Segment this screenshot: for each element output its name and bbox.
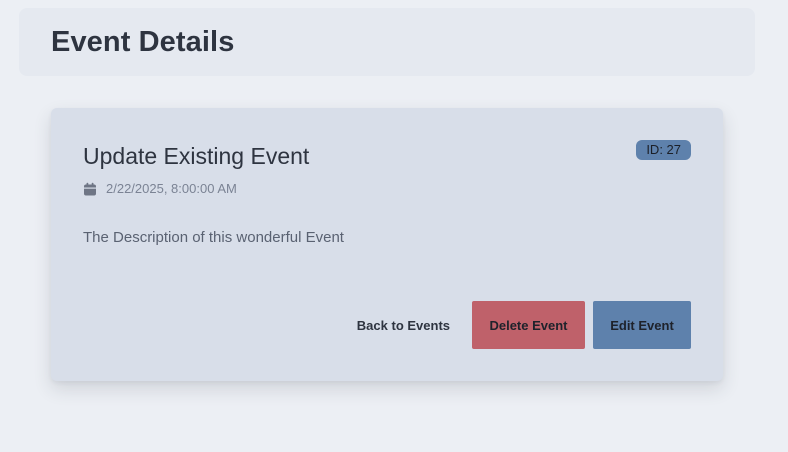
- page-header: Event Details: [19, 8, 755, 76]
- calendar-icon: [83, 182, 97, 196]
- event-card: Update Existing Event ID: 27 2/22/2025, …: [51, 108, 723, 381]
- event-date-text: 2/22/2025, 8:00:00 AM: [106, 181, 237, 196]
- event-date: 2/22/2025, 8:00:00 AM: [83, 181, 237, 196]
- event-id-badge: ID: 27: [636, 140, 691, 160]
- event-description: The Description of this wonderful Event: [83, 229, 344, 246]
- page-title: Event Details: [51, 25, 235, 58]
- event-title: Update Existing Event: [83, 143, 310, 169]
- event-actions: Back to Events Delete Event Edit Event: [343, 301, 691, 349]
- delete-event-button[interactable]: Delete Event: [472, 301, 585, 349]
- edit-event-button[interactable]: Edit Event: [593, 301, 691, 349]
- back-to-events-button[interactable]: Back to Events: [343, 301, 464, 349]
